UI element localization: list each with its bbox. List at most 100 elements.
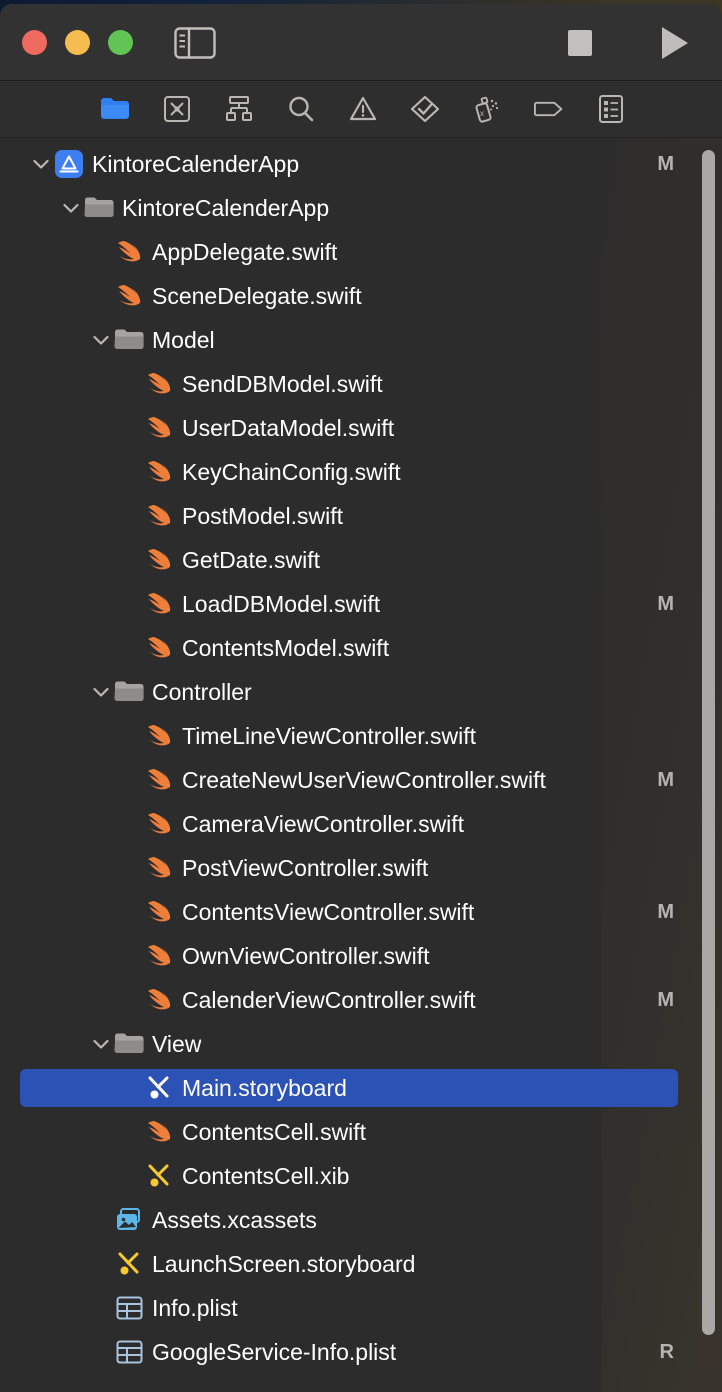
search-icon[interactable] xyxy=(286,94,316,124)
tree-row-content[interactable]: CalenderViewController.swift xyxy=(20,981,678,1019)
run-button[interactable] xyxy=(655,24,695,62)
test-diamond-icon[interactable] xyxy=(410,94,440,124)
tree-row-label: LoadDBModel.swift xyxy=(182,590,381,617)
storyboard-icon xyxy=(114,1250,144,1278)
disclosure-triangle[interactable] xyxy=(58,203,84,214)
stop-button[interactable] xyxy=(566,28,594,58)
tree-row[interactable]: LaunchScreen.storyboard xyxy=(0,1242,722,1286)
tree-row-content[interactable]: ContentsCell.xib xyxy=(20,1157,678,1195)
project-navigator-tree[interactable]: KintoreCalenderApp M KintoreCalenderApp A… xyxy=(0,138,722,1392)
tree-row-label: Main.storyboard xyxy=(182,1074,347,1101)
tree-row-content[interactable]: KeyChainConfig.swift xyxy=(20,453,678,491)
plist-icon xyxy=(114,1340,144,1364)
svg-text:x: x xyxy=(480,109,484,118)
tree-row-content[interactable]: TimeLineViewController.swift xyxy=(20,717,678,755)
tree-row[interactable]: LoadDBModel.swift M xyxy=(0,582,722,626)
tree-row-label: PostViewController.swift xyxy=(182,854,429,881)
tree-row[interactable]: KeyChainConfig.swift xyxy=(0,450,722,494)
tree-row-label: ContentsModel.swift xyxy=(182,634,390,661)
tree-row-content[interactable]: Controller xyxy=(20,673,678,711)
tree-row[interactable]: KintoreCalenderApp xyxy=(0,186,722,230)
tree-row-content[interactable]: Info.plist xyxy=(20,1289,678,1327)
zoom-button[interactable] xyxy=(108,30,133,55)
tree-row-content[interactable]: ContentsModel.swift xyxy=(20,629,678,667)
swift-file-icon xyxy=(144,591,174,617)
disclosure-triangle[interactable] xyxy=(28,159,54,170)
warning-triangle-icon[interactable] xyxy=(348,94,378,124)
tree-row-content[interactable]: ContentsViewController.swift xyxy=(20,893,678,931)
symbol-hierarchy-icon[interactable] xyxy=(224,94,254,124)
tree-row[interactable]: GoogleService-Info.plist R xyxy=(0,1330,722,1374)
tree-row[interactable]: OwnViewController.swift xyxy=(0,934,722,978)
source-control-icon[interactable] xyxy=(162,94,192,124)
tree-row[interactable]: CalenderViewController.swift M xyxy=(0,978,722,1022)
vertical-scrollbar[interactable] xyxy=(702,150,715,1335)
tree-row[interactable]: ContentsCell.swift xyxy=(0,1110,722,1154)
status-badge: R xyxy=(659,1340,674,1363)
swift-file-icon xyxy=(148,769,171,790)
tree-row-content[interactable]: KintoreCalenderApp xyxy=(20,189,678,227)
tree-row-content[interactable]: LaunchScreen.storyboard xyxy=(20,1245,678,1283)
tree-row[interactable]: SceneDelegate.swift xyxy=(0,274,722,318)
tree-row[interactable]: Controller xyxy=(0,670,722,714)
tree-row-content[interactable]: PostViewController.swift xyxy=(20,849,678,887)
debug-spray-icon[interactable]: x xyxy=(472,94,502,124)
folder-group-icon xyxy=(114,328,144,352)
close-button[interactable] xyxy=(22,30,47,55)
navigator-tab-bar: x xyxy=(0,81,722,138)
swift-file-icon xyxy=(148,989,171,1010)
tree-row[interactable]: Info.plist xyxy=(0,1286,722,1330)
tree-row-content[interactable]: ContentsCell.swift xyxy=(20,1113,678,1151)
tree-row-content[interactable]: CameraViewController.swift xyxy=(20,805,678,843)
disclosure-triangle[interactable] xyxy=(88,335,114,346)
tree-row[interactable]: PostViewController.swift xyxy=(0,846,722,890)
tree-row-content[interactable]: PostModel.swift xyxy=(20,497,678,535)
tree-row[interactable]: GetDate.swift xyxy=(0,538,722,582)
tree-row-content[interactable]: GoogleService-Info.plist xyxy=(20,1333,678,1371)
tree-row[interactable]: AppDelegate.swift xyxy=(0,230,722,274)
tree-row-content[interactable]: Main.storyboard xyxy=(20,1069,678,1107)
tree-row[interactable]: Main.storyboard xyxy=(0,1066,722,1110)
tree-row[interactable]: View xyxy=(0,1022,722,1066)
tree-row-content[interactable]: KintoreCalenderApp xyxy=(20,145,678,183)
tree-row[interactable]: ContentsModel.swift xyxy=(0,626,722,670)
tree-row-label: AppDelegate.swift xyxy=(152,238,338,265)
folder-icon[interactable] xyxy=(100,94,130,124)
status-badge: M xyxy=(657,768,674,791)
plist-icon xyxy=(116,1340,142,1364)
disclosure-triangle[interactable] xyxy=(88,1039,114,1050)
tree-row-content[interactable]: CreateNewUserViewController.swift xyxy=(20,761,678,799)
xcode-window: x KintoreCalenderApp M KintoreCalenderAp… xyxy=(0,4,722,1392)
tree-row-label: SendDBModel.swift xyxy=(182,370,383,397)
tree-row[interactable]: PostModel.swift xyxy=(0,494,722,538)
tree-row-content[interactable]: OwnViewController.swift xyxy=(20,937,678,975)
tree-row[interactable]: Assets.xcassets xyxy=(0,1198,722,1242)
tree-row[interactable]: KintoreCalenderApp M xyxy=(0,142,722,186)
minimize-button[interactable] xyxy=(65,30,90,55)
disclosure-triangle[interactable] xyxy=(88,687,114,698)
breakpoint-tag-icon[interactable] xyxy=(534,94,564,124)
tree-row-content[interactable]: LoadDBModel.swift xyxy=(20,585,678,623)
tree-row-content[interactable]: SendDBModel.swift xyxy=(20,365,678,403)
tree-row[interactable]: ContentsViewController.swift M xyxy=(0,890,722,934)
tree-row[interactable]: SendDBModel.swift xyxy=(0,362,722,406)
tree-row-content[interactable]: Assets.xcassets xyxy=(20,1201,678,1239)
tree-row-content[interactable]: GetDate.swift xyxy=(20,541,678,579)
tree-row[interactable]: UserDataModel.swift xyxy=(0,406,722,450)
folder-group-icon xyxy=(114,681,144,701)
tree-row-content[interactable]: View xyxy=(20,1025,678,1063)
tree-row[interactable]: CameraViewController.swift xyxy=(0,802,722,846)
tree-row-content[interactable]: SceneDelegate.swift xyxy=(20,277,678,315)
tree-row-content[interactable]: AppDelegate.swift xyxy=(20,233,678,271)
tree-row-label: ContentsViewController.swift xyxy=(182,898,475,925)
sidebar-toggle-icon[interactable] xyxy=(172,26,218,60)
tree-row[interactable]: TimeLineViewController.swift xyxy=(0,714,722,758)
tree-row-content[interactable]: UserDataModel.swift xyxy=(20,409,678,447)
tree-row[interactable]: Model xyxy=(0,318,722,362)
tree-row-label: OwnViewController.swift xyxy=(182,942,430,969)
tree-row-content[interactable]: Model xyxy=(20,321,678,359)
tree-row[interactable]: CreateNewUserViewController.swift M xyxy=(0,758,722,802)
tree-row[interactable]: ContentsCell.xib xyxy=(0,1154,722,1198)
report-list-icon[interactable] xyxy=(596,94,626,124)
swift-file-icon xyxy=(148,725,171,746)
